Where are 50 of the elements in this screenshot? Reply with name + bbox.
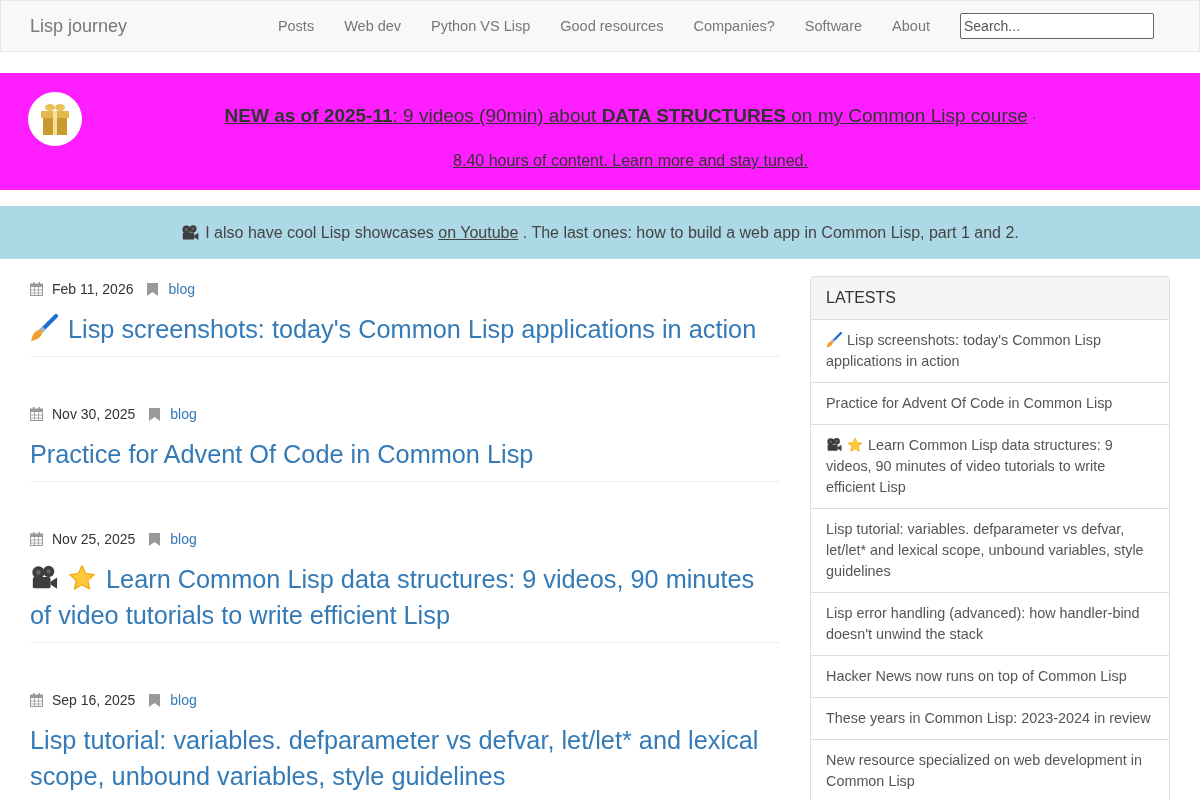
nav-link[interactable]: Good resources bbox=[545, 1, 679, 51]
nav-link[interactable]: Software bbox=[789, 1, 878, 51]
latest-post-link[interactable]: Lisp tutorial: variables. defparameter vs defvar, let/let* and lexical scope, unbound variables, style guidelines bbox=[811, 509, 1169, 593]
post-date: Sep 16, 2025 bbox=[52, 691, 136, 710]
category-link[interactable]: blog bbox=[170, 690, 197, 710]
bookmark-icon bbox=[149, 532, 161, 546]
announcement-text: NEW as of 2025-11: 9 videos (90min) about DATA STRUCTURES on my Common Lisp course · 8.40 hours of content. Learn more and stay tuned. bbox=[223, 104, 1038, 171]
calendar-icon bbox=[30, 407, 43, 421]
latest-post-link[interactable]: Learn Common Lisp data structures: 9 videos, 90 minutes of video tutorials to write efficient Lisp bbox=[811, 425, 1169, 509]
movie-camera-icon bbox=[181, 223, 200, 242]
post-date: Nov 30, 2025 bbox=[52, 405, 136, 424]
post-title-link[interactable]: Lisp screenshots: today's Common Lisp applications in action bbox=[30, 311, 780, 347]
bookmark-icon bbox=[149, 407, 161, 421]
nav-link[interactable]: Web dev bbox=[329, 1, 417, 51]
post-title-link[interactable]: Lisp tutorial: variables. defparameter vs defvar, let/let* and lexical scope, unbound variables, style guidelines bbox=[30, 722, 780, 794]
post-title-link[interactable]: Learn Common Lisp data structures: 9 videos, 90 minutes of video tutorials to write efficient Lisp bbox=[30, 561, 780, 633]
brand-link[interactable]: Lisp journey bbox=[30, 16, 128, 36]
latest-post-link[interactable]: Hacker News now runs on top of Common Lisp bbox=[811, 656, 1169, 698]
latest-post-link[interactable]: New resource specialized on web development in Common Lisp bbox=[811, 740, 1169, 800]
movie-camera-icon bbox=[826, 437, 842, 453]
bookmark-icon bbox=[149, 693, 161, 707]
calendar-icon bbox=[30, 532, 43, 546]
nav-link[interactable]: Python VS Lisp bbox=[416, 1, 546, 51]
showcase-text: I also have cool Lisp showcases on Youtube . The last ones: how to build a web app in Common Lisp, part 1 and 2. bbox=[205, 222, 1019, 243]
latest-post-link[interactable]: Practice for Advent Of Code in Common Lisp bbox=[811, 383, 1169, 425]
category-link[interactable]: blog bbox=[170, 404, 197, 424]
paintbrush-icon bbox=[826, 332, 842, 348]
nav-link[interactable]: Posts bbox=[262, 1, 330, 51]
details-link[interactable]: 8.40 hours of content. Learn more and stay tuned. bbox=[453, 152, 808, 169]
paintbrush-icon bbox=[30, 314, 58, 342]
category-link[interactable]: blog bbox=[170, 529, 197, 549]
star-icon bbox=[68, 564, 96, 592]
star-icon bbox=[847, 437, 863, 453]
post-date: Nov 25, 2025 bbox=[52, 530, 136, 549]
bookmark-icon bbox=[147, 282, 159, 296]
post-date: Feb 11, 2026 bbox=[52, 280, 134, 299]
post-title-link[interactable]: Practice for Advent Of Code in Common Lisp bbox=[30, 436, 780, 472]
nav-link[interactable]: Companies? bbox=[678, 1, 790, 51]
course-link[interactable]: NEW as of 2025-11: 9 videos (90min) about DATA STRUCTURES on my Common Lisp course bbox=[224, 105, 1028, 126]
latest-post-link[interactable]: Lisp error handling (advanced): how handler-bind doesn't unwind the stack bbox=[811, 593, 1169, 656]
youtube-link[interactable]: on Youtube bbox=[438, 223, 519, 241]
nav-link[interactable]: About bbox=[877, 1, 945, 51]
latest-post-link[interactable]: Lisp screenshots: today's Common Lisp applications in action bbox=[811, 320, 1169, 383]
gift-icon bbox=[28, 92, 82, 146]
panel-heading: LATESTS bbox=[811, 277, 1169, 320]
category-link[interactable]: blog bbox=[168, 279, 195, 299]
calendar-icon bbox=[30, 693, 43, 707]
latest-post-link[interactable]: These years in Common Lisp: 2023-2024 in review bbox=[811, 698, 1169, 740]
calendar-icon bbox=[30, 282, 43, 296]
search-field[interactable]: Search... bbox=[960, 13, 1154, 39]
